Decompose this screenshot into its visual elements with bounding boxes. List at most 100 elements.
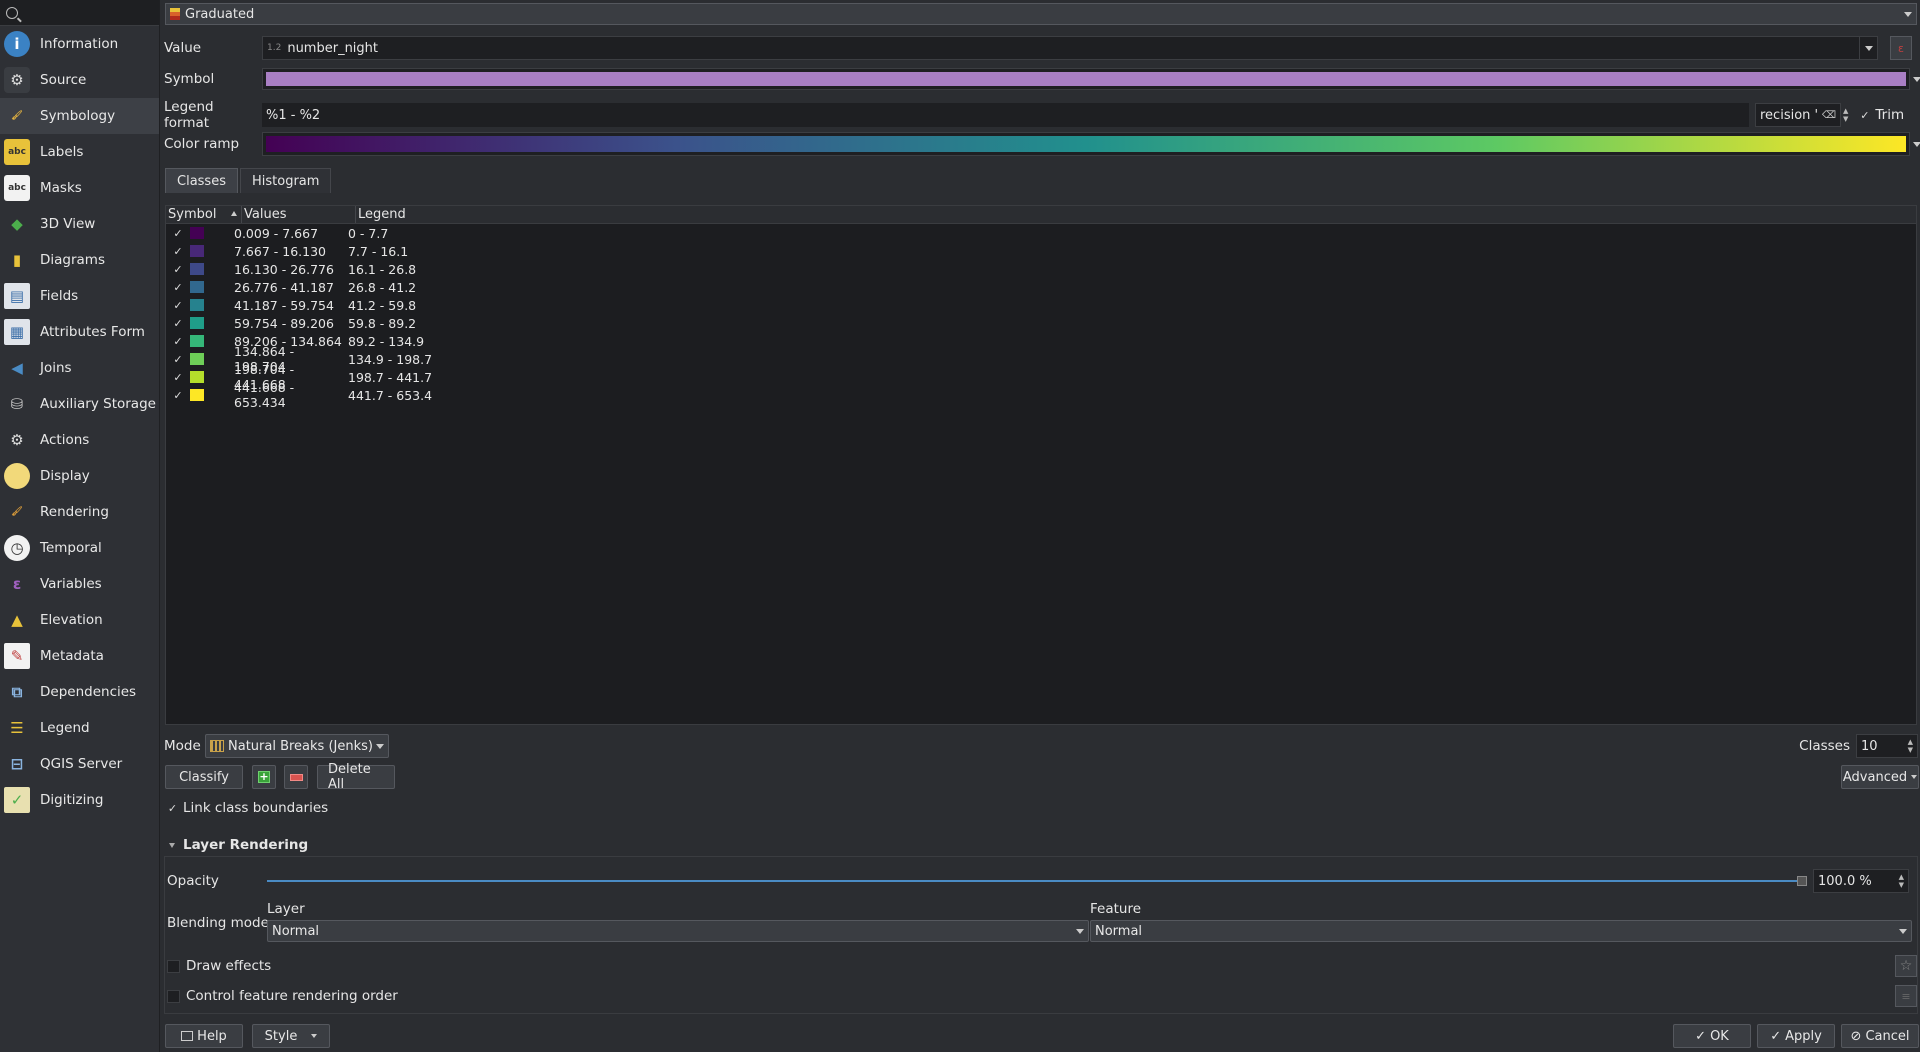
trim-checkbox[interactable]: ✓ — [1858, 109, 1871, 122]
spin-arrows-icon[interactable]: ▲ ▼ — [1843, 107, 1848, 123]
class-symbol-swatch[interactable] — [190, 299, 204, 311]
table-row[interactable]: ✓ 89.206 - 134.864 89.2 - 134.9 — [166, 332, 1916, 350]
class-visible-checkbox[interactable]: ✓ — [166, 389, 190, 402]
sidebar-item-joins[interactable]: ◀ Joins — [0, 350, 159, 386]
class-legend[interactable]: 7.7 - 16.1 — [348, 244, 468, 259]
opacity-slider-handle[interactable] — [1797, 876, 1807, 886]
column-header-values[interactable]: Values — [242, 206, 356, 223]
sidebar-item-auxiliary-storage[interactable]: ⛁ Auxiliary Storage — [0, 386, 159, 422]
feature-blend-combo[interactable]: Normal — [1090, 920, 1912, 942]
class-values[interactable]: 59.754 - 89.206 — [234, 316, 348, 331]
sidebar-item-attributes-form[interactable]: ▦ Attributes Form — [0, 314, 159, 350]
class-values[interactable]: 441.668 - 653.434 — [234, 380, 348, 410]
table-row[interactable]: ✓ 198.704 - 441.668 198.7 - 441.7 — [166, 362, 1916, 392]
expression-button[interactable]: ε — [1890, 36, 1912, 60]
class-legend[interactable]: 26.8 - 41.2 — [348, 280, 468, 295]
class-values[interactable]: 26.776 - 41.187 — [234, 280, 348, 295]
tab-classes[interactable]: Classes — [165, 168, 238, 193]
sidebar-item-dependencies[interactable]: ⧉ Dependencies — [0, 674, 159, 710]
table-row[interactable]: ✓ 441.668 - 653.434 441.7 - 653.4 — [166, 380, 1916, 410]
class-visible-checkbox[interactable]: ✓ — [166, 317, 190, 330]
class-visible-checkbox[interactable]: ✓ — [166, 245, 190, 258]
value-field-combo[interactable]: 1.2 number_night — [262, 36, 1878, 60]
style-button[interactable]: Style — [252, 1024, 330, 1048]
class-symbol-swatch[interactable] — [190, 389, 204, 401]
column-header-legend[interactable]: Legend — [356, 206, 1916, 223]
class-legend[interactable]: 441.7 - 653.4 — [348, 388, 468, 403]
sidebar-item-3d-view[interactable]: ◆ 3D View — [0, 206, 159, 242]
class-symbol-swatch[interactable] — [190, 371, 204, 383]
sidebar-item-legend[interactable]: ☰ Legend — [0, 710, 159, 746]
class-legend[interactable]: 198.7 - 441.7 — [348, 370, 468, 385]
table-row[interactable]: ✓ 41.187 - 59.754 41.2 - 59.8 — [166, 296, 1916, 314]
class-visible-checkbox[interactable]: ✓ — [166, 371, 190, 384]
layer-blend-combo[interactable]: Normal — [267, 920, 1089, 942]
class-symbol-swatch[interactable] — [190, 263, 204, 275]
table-row[interactable]: ✓ 59.754 - 89.206 59.8 - 89.2 — [166, 314, 1916, 332]
symbol-button[interactable] — [262, 68, 1910, 90]
color-ramp-dropdown[interactable] — [1912, 132, 1920, 156]
link-boundaries-checkbox[interactable]: ✓ — [166, 802, 179, 815]
class-values[interactable]: 0.009 - 7.667 — [234, 226, 348, 241]
table-row[interactable]: ✓ 26.776 - 41.187 26.8 - 41.2 — [166, 278, 1916, 296]
table-row[interactable]: ✓ 7.667 - 16.130 7.7 - 16.1 — [166, 242, 1916, 260]
column-header-symbol[interactable]: Symbol — [166, 206, 242, 223]
sidebar-item-labels[interactable]: abc Labels — [0, 134, 159, 170]
sidebar-item-display[interactable]: Display — [0, 458, 159, 494]
sidebar-item-digitizing[interactable]: ✓ Digitizing — [0, 782, 159, 818]
spin-arrows-icon[interactable]: ▲ ▼ — [1899, 873, 1904, 889]
add-class-button[interactable]: + — [252, 765, 276, 789]
color-ramp-button[interactable] — [262, 132, 1910, 156]
remove-class-button[interactable] — [284, 765, 308, 789]
class-visible-checkbox[interactable]: ✓ — [166, 281, 190, 294]
class-symbol-swatch[interactable] — [190, 317, 204, 329]
sidebar-item-qgis-server[interactable]: ⊟ QGIS Server — [0, 746, 159, 782]
legend-format-input[interactable]: %1 - %2 — [262, 103, 1749, 127]
table-row[interactable]: ✓ 134.864 - 198.704 134.9 - 198.7 — [166, 344, 1916, 374]
table-row[interactable]: ✓ 0.009 - 7.667 0 - 7.7 — [166, 224, 1916, 242]
sidebar-item-information[interactable]: i Information — [0, 26, 159, 62]
classes-spinbox[interactable]: 10 ▲ ▼ — [1856, 734, 1918, 758]
help-button[interactable]: Help — [165, 1024, 243, 1048]
delete-all-button[interactable]: Delete All — [317, 762, 395, 792]
opacity-spinbox[interactable]: 100.0 % ▲ ▼ — [1813, 869, 1909, 893]
ok-button[interactable]: ✓ OK — [1673, 1024, 1751, 1048]
sidebar-item-source[interactable]: ⚙ Source — [0, 62, 159, 98]
sidebar-item-metadata[interactable]: ✎ Metadata — [0, 638, 159, 674]
class-values[interactable]: 41.187 - 59.754 — [234, 298, 348, 313]
class-values[interactable]: 16.130 - 26.776 — [234, 262, 348, 277]
table-row[interactable]: ✓ 16.130 - 26.776 16.1 - 26.8 — [166, 260, 1916, 278]
tab-histogram[interactable]: Histogram — [239, 168, 332, 193]
apply-button[interactable]: ✓ Apply — [1757, 1024, 1835, 1048]
mode-combo[interactable]: Natural Breaks (Jenks) — [205, 734, 389, 758]
class-symbol-swatch[interactable] — [190, 353, 204, 365]
opacity-slider[interactable] — [267, 875, 1807, 887]
effects-button[interactable]: ☆ — [1895, 955, 1917, 977]
draw-effects-checkbox[interactable] — [167, 959, 180, 973]
class-symbol-swatch[interactable] — [190, 335, 204, 347]
class-values[interactable]: 7.667 - 16.130 — [234, 244, 348, 259]
class-visible-checkbox[interactable]: ✓ — [166, 335, 190, 348]
spin-arrows-icon[interactable]: ▲ ▼ — [1908, 738, 1913, 754]
advanced-button[interactable]: Advanced — [1841, 765, 1919, 789]
class-legend[interactable]: 0 - 7.7 — [348, 226, 468, 241]
sidebar-item-elevation[interactable]: ▲ Elevation — [0, 602, 159, 638]
class-visible-checkbox[interactable]: ✓ — [166, 263, 190, 276]
order-by-button[interactable]: ≡ — [1895, 985, 1917, 1007]
class-visible-checkbox[interactable]: ✓ — [166, 227, 190, 240]
precision-spinbox[interactable]: recision ' ⌫ — [1755, 103, 1841, 127]
sidebar-item-masks[interactable]: abc Masks — [0, 170, 159, 206]
class-visible-checkbox[interactable]: ✓ — [166, 353, 190, 366]
class-legend[interactable]: 89.2 - 134.9 — [348, 334, 468, 349]
class-visible-checkbox[interactable]: ✓ — [166, 299, 190, 312]
renderer-combo[interactable]: Graduated — [165, 3, 1917, 25]
class-legend[interactable]: 59.8 - 89.2 — [348, 316, 468, 331]
control-order-checkbox[interactable] — [167, 989, 180, 1003]
class-symbol-swatch[interactable] — [190, 281, 204, 293]
cancel-button[interactable]: ⊘ Cancel — [1841, 1024, 1919, 1048]
class-legend[interactable]: 16.1 - 26.8 — [348, 262, 468, 277]
class-symbol-swatch[interactable] — [190, 227, 204, 239]
sidebar-item-actions[interactable]: ⚙ Actions — [0, 422, 159, 458]
sidebar-item-diagrams[interactable]: ▮ Diagrams — [0, 242, 159, 278]
sidebar-item-variables[interactable]: ε Variables — [0, 566, 159, 602]
